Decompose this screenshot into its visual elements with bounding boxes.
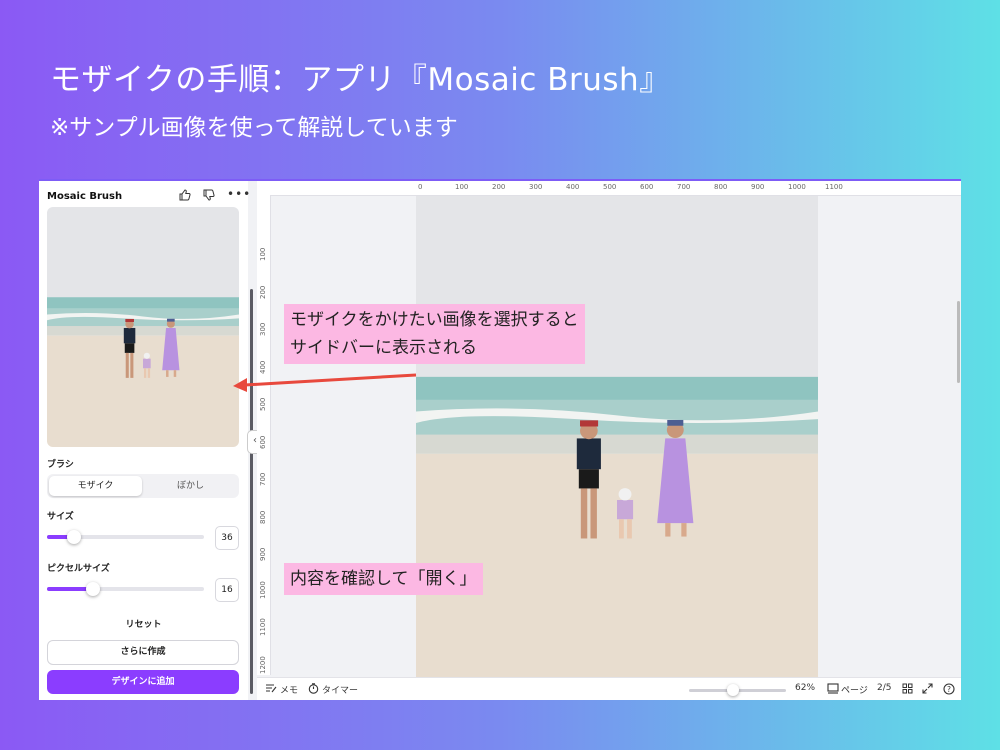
page-title: モザイクの手順：アプリ『Mosaic Brush』 [50, 62, 671, 98]
app-screenshot: Mosaic Brush ••• ブラシ モザイク ぼかし サイズ 36 ピクセ… [39, 179, 961, 700]
select-image-callout-line-1: モザイクをかけたい画像を選択すると [290, 310, 579, 330]
pointer-arrow [233, 373, 417, 392]
select-image-callout: モザイクをかけたい画像を選択すると サイドバーに表示される [284, 304, 585, 364]
open-callout: 内容を確認して「開く」 [284, 563, 483, 595]
select-image-callout-line-2: サイドバーに表示される [290, 338, 477, 358]
page-subtitle: ※サンプル画像を使って解説しています [50, 115, 458, 141]
